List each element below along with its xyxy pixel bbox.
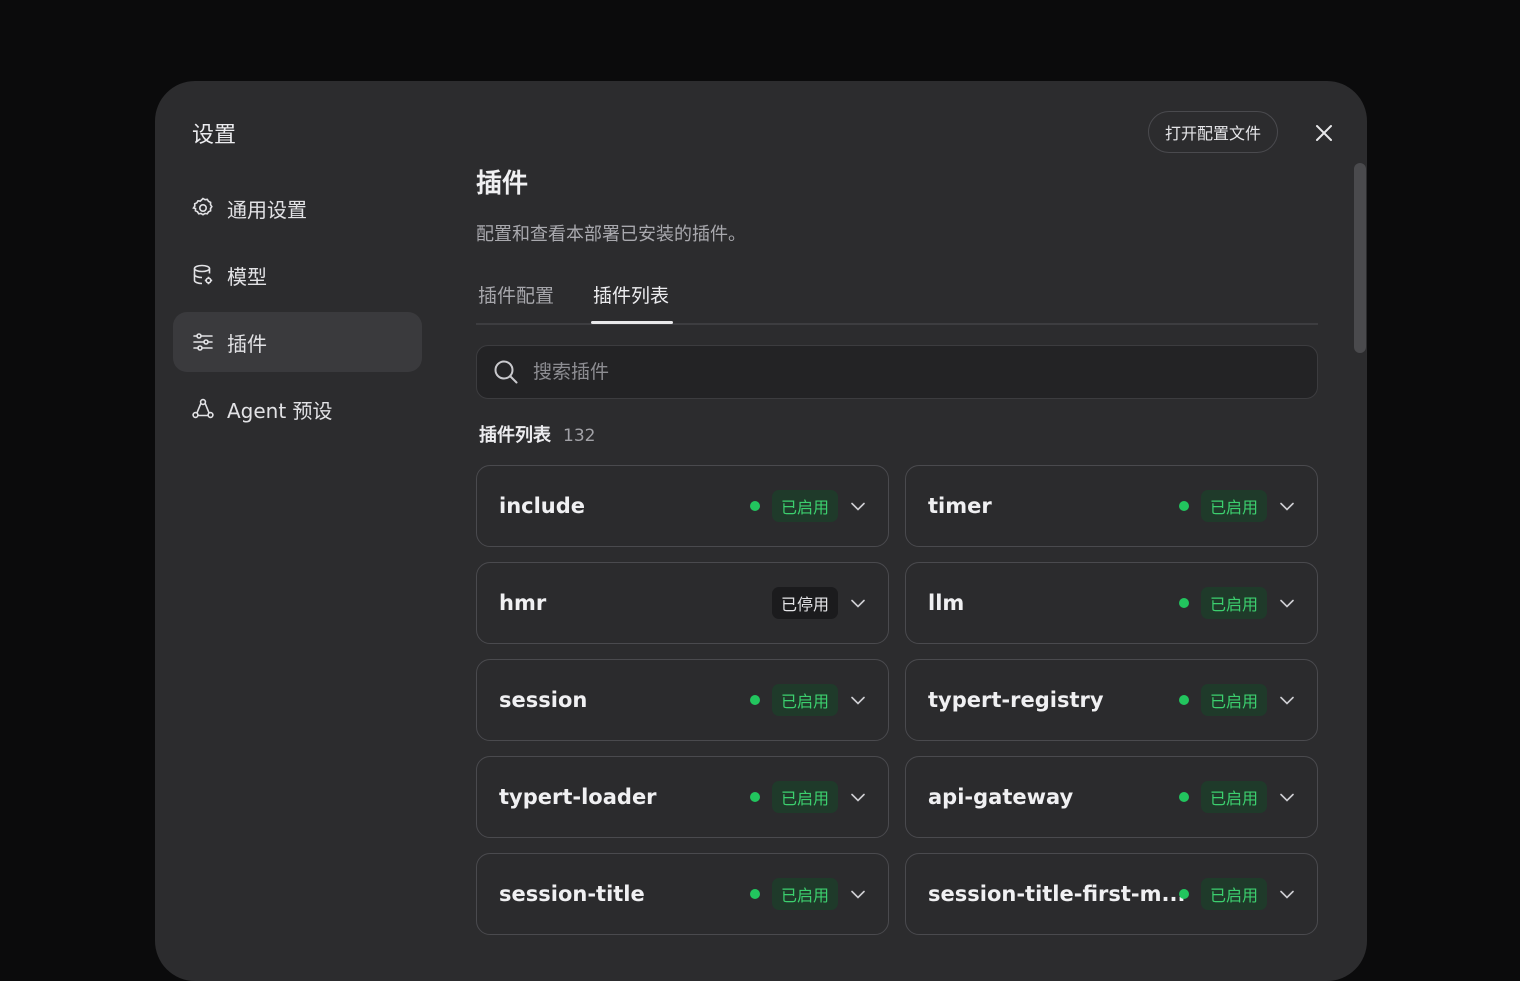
plugin-name: session-title-first-m...: [928, 882, 1186, 906]
status-badge: 已启用: [771, 490, 838, 522]
status-dot: [1179, 889, 1189, 899]
status-dot: [750, 792, 760, 802]
chevron-down-icon[interactable]: [850, 789, 866, 805]
status-badge: 已启用: [1200, 490, 1267, 522]
plugin-name: hmr: [499, 591, 547, 615]
plugin-card-llm[interactable]: llm 已启用: [905, 562, 1318, 644]
page-description: 配置和查看本部署已安装的插件。: [476, 224, 746, 245]
status-badge: 已启用: [771, 878, 838, 910]
plugin-count: 132: [563, 426, 596, 446]
chevron-down-icon[interactable]: [850, 595, 866, 611]
settings-sidebar: 通用设置 模型 插件 Agent 预设: [173, 178, 422, 446]
search-box: [476, 345, 1318, 399]
scrollbar[interactable]: [1354, 163, 1366, 353]
sidebar-item-agent-presets[interactable]: Agent 预设: [173, 379, 422, 439]
plugin-card-hmr[interactable]: hmr 已停用: [476, 562, 889, 644]
plugin-name: typert-loader: [499, 785, 657, 809]
open-config-file-button[interactable]: 打开配置文件: [1148, 111, 1279, 153]
sidebar-item-model[interactable]: 模型: [173, 245, 422, 305]
status-dot: [750, 695, 760, 705]
status-dot: [750, 501, 760, 511]
tab-plugin-config[interactable]: 插件配置: [478, 281, 554, 308]
status-dot: [1179, 695, 1189, 705]
status-badge: 已启用: [771, 781, 838, 813]
plugin-card-session[interactable]: session 已启用: [476, 659, 889, 741]
page-title: 插件: [476, 169, 529, 199]
status-badge: 已启用: [1200, 587, 1267, 619]
plugin-name: session: [499, 688, 588, 712]
plugin-card-timer[interactable]: timer 已启用: [905, 465, 1318, 547]
plugin-name: include: [499, 494, 586, 518]
close-button[interactable]: [1310, 119, 1338, 147]
sidebar-item-general[interactable]: 通用设置: [173, 178, 422, 238]
chevron-down-icon[interactable]: [850, 692, 866, 708]
agent-icon: [191, 397, 215, 421]
gear-icon: [191, 196, 215, 220]
chevron-down-icon[interactable]: [850, 886, 866, 902]
status-badge: 已停用: [771, 587, 838, 619]
sidebar-item-label: 通用设置: [227, 197, 307, 222]
plugin-name: llm: [928, 591, 965, 615]
chevron-down-icon[interactable]: [1279, 498, 1295, 514]
plugin-name: typert-registry: [928, 688, 1104, 712]
plugin-list-header: 插件列表 132: [479, 421, 595, 447]
plugin-card-session-title-first-m[interactable]: session-title-first-m... 已启用: [905, 853, 1318, 935]
tab-plugin-list[interactable]: 插件列表: [593, 281, 669, 308]
chevron-down-icon[interactable]: [1279, 886, 1295, 902]
status-dot: [1179, 792, 1189, 802]
database-icon: [191, 263, 215, 287]
sidebar-item-label: 插件: [227, 331, 267, 356]
chevron-down-icon[interactable]: [1279, 789, 1295, 805]
plugin-card-include[interactable]: include 已启用: [476, 465, 889, 547]
sidebar-item-label: 模型: [227, 264, 267, 289]
tab-bar: 插件配置 插件列表: [476, 265, 1318, 325]
status-badge: 已启用: [1200, 684, 1267, 716]
status-badge: 已启用: [1200, 878, 1267, 910]
status-dot: [750, 889, 760, 899]
plugin-card-typert-loader[interactable]: typert-loader 已启用: [476, 756, 889, 838]
status-badge: 已启用: [771, 684, 838, 716]
search-input[interactable]: [531, 360, 1295, 384]
close-icon: [1316, 125, 1332, 141]
sidebar-item-label: Agent 预设: [227, 398, 333, 423]
status-dot: [1179, 598, 1189, 608]
plugin-name: session-title: [499, 882, 645, 906]
sliders-icon: [191, 330, 215, 354]
dialog-title: 设置: [192, 123, 237, 148]
plugin-card-api-gateway[interactable]: api-gateway 已启用: [905, 756, 1318, 838]
plugin-name: api-gateway: [928, 785, 1074, 809]
chevron-down-icon[interactable]: [850, 498, 866, 514]
status-badge: 已启用: [1200, 781, 1267, 813]
status-dot: [1179, 501, 1189, 511]
search-icon: [494, 360, 518, 384]
plugin-list-title: 插件列表: [479, 425, 551, 446]
active-tab-indicator: [591, 321, 673, 324]
settings-dialog: 设置 通用设置 模型 插件 Agent 预设 打开配置文件 插件 配置和查看本部…: [155, 81, 1367, 981]
chevron-down-icon[interactable]: [1279, 692, 1295, 708]
plugin-card-session-title[interactable]: session-title 已启用: [476, 853, 889, 935]
sidebar-item-plugins[interactable]: 插件: [173, 312, 422, 372]
plugin-card-typert-registry[interactable]: typert-registry 已启用: [905, 659, 1318, 741]
plugin-name: timer: [928, 494, 992, 518]
chevron-down-icon[interactable]: [1279, 595, 1295, 611]
